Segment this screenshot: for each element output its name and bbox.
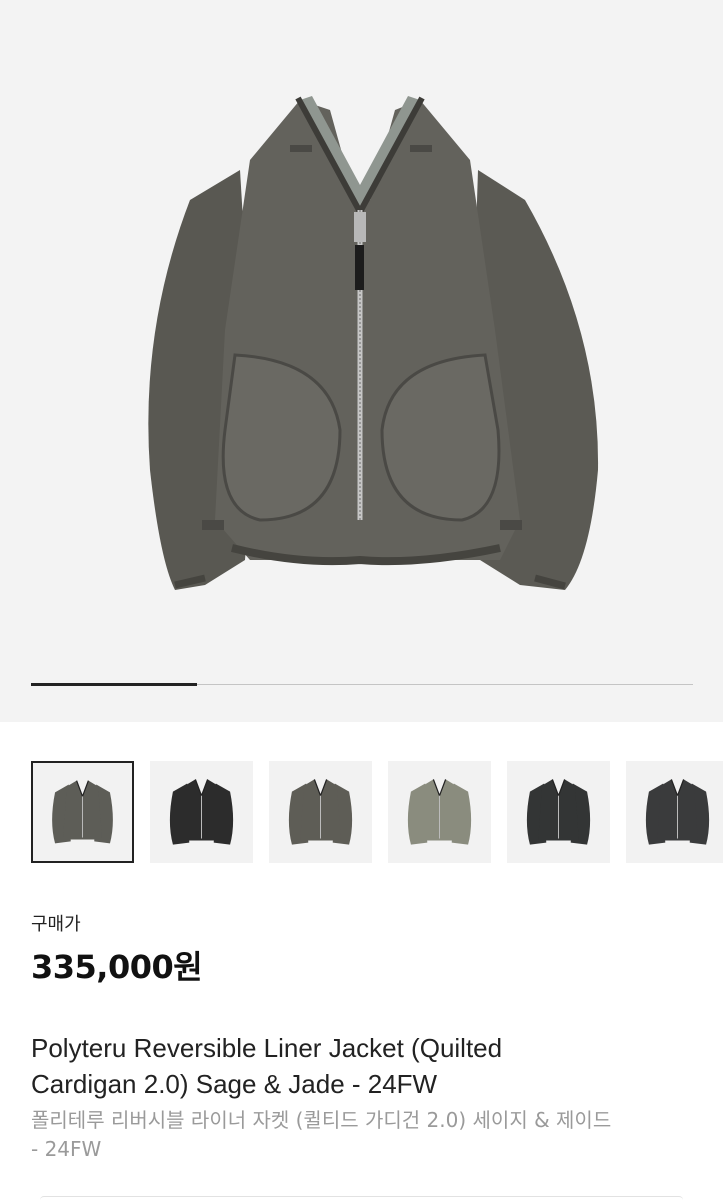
thumbnail-jacket-black-quilted-front[interactable] [507, 761, 610, 863]
product-title-ko: 폴리테루 리버시블 라이너 자켓 (퀼티드 가디건 2.0) 세이지 & 제이드… [31, 1106, 691, 1164]
jacket-thumbnail-image [169, 779, 234, 845]
jacket-thumbnail-image [407, 779, 472, 845]
product-title-ko-line-1: 폴리테루 리버시블 라이너 자켓 (퀼티드 가디건 2.0) 세이지 & 제이드 [31, 1108, 612, 1132]
price-label: 구매가 [31, 914, 81, 935]
thumbnail-jacket-black-quilted-angle[interactable] [626, 761, 723, 863]
product-title-en-line-2: Cardigan 2.0) Sage & Jade - 24FW [31, 1069, 438, 1099]
jacket-thumbnail-image [52, 780, 113, 844]
jacket-thumbnail-image [645, 779, 710, 845]
product-image-carousel[interactable] [0, 0, 723, 722]
thumbnail-jacket-jade-quilted-front[interactable] [388, 761, 491, 863]
jacket-photo [148, 96, 599, 590]
carousel-progress-fill [31, 683, 197, 686]
thumbnail-jacket-black-front[interactable] [150, 761, 253, 863]
bottom-sheet-edge [40, 1196, 683, 1200]
product-title-ko-line-2: - 24FW [31, 1137, 102, 1161]
product-title-en-line-1: Polyteru Reversible Liner Jacket (Quilte… [31, 1033, 503, 1063]
thumbnail-jacket-sage-front-alt[interactable] [269, 761, 372, 863]
product-title-en: Polyteru Reversible Liner Jacket (Quilte… [31, 1030, 691, 1102]
thumbnail-jacket-sage-front[interactable] [31, 761, 134, 863]
jacket-thumbnail-image [526, 779, 591, 845]
price-value: 335,000원 [31, 948, 203, 986]
carousel-progress-track [31, 683, 693, 686]
jacket-thumbnail-image [288, 779, 353, 845]
thumbnail-strip[interactable] [31, 761, 723, 863]
